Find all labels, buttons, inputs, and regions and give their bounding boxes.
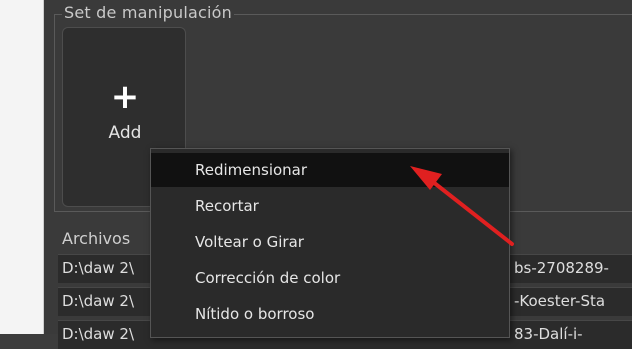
left-window-strip (0, 0, 44, 334)
file-path-start: D:\daw 2\ (62, 259, 135, 277)
file-path-end: 83-Dalí-i- (514, 325, 583, 343)
menu-item-nitido-o-borroso[interactable]: Nítido o borroso (151, 297, 509, 331)
file-path-start: D:\daw 2\ (62, 292, 135, 310)
file-path-end: -Koester-Sta (514, 292, 606, 310)
menu-item-correccion-de-color[interactable]: Corrección de color (151, 261, 509, 295)
plus-icon: + (110, 77, 140, 117)
add-label: Add (108, 123, 142, 143)
menu-item-voltear-o-girar[interactable]: Voltear o Girar (151, 225, 509, 259)
group-title: Set de manipulación (62, 3, 234, 22)
file-path-start: D:\daw 2\ (62, 325, 135, 343)
menu-item-redimensionar[interactable]: Redimensionar (151, 153, 509, 187)
file-path-end: bs-2708289- (514, 259, 609, 277)
context-menu: Redimensionar Recortar Voltear o Girar C… (150, 148, 510, 338)
files-label: Archivos (62, 229, 131, 248)
menu-item-recortar[interactable]: Recortar (151, 189, 509, 223)
